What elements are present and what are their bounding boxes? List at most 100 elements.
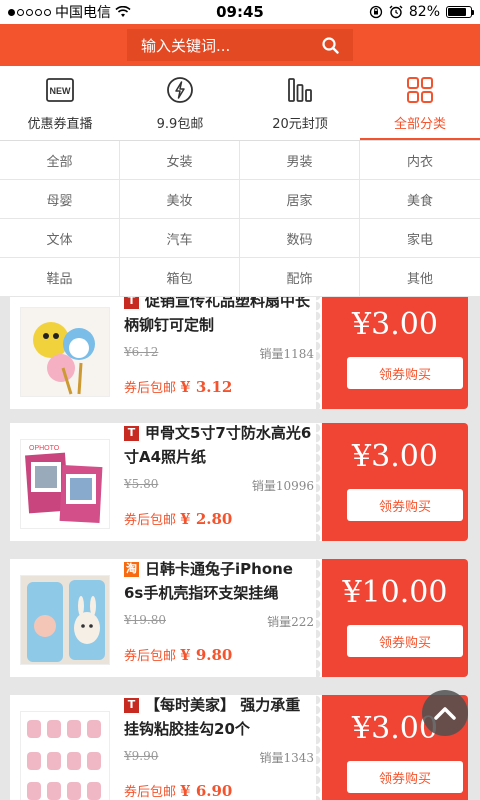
sales-count: 销量1343	[259, 751, 314, 765]
category-item[interactable]: 美妆	[120, 180, 240, 219]
battery-percent: 82%	[408, 4, 440, 20]
product-title[interactable]: T 【每时美家】 强力承重挂钩粘胶挂勾20个	[124, 693, 314, 741]
final-price-label: 券后包邮	[124, 649, 177, 664]
product-card[interactable]: OPHOTO T 甲骨文5寸7寸防水高光6寸A4照片纸 ¥5.80 销量10996…	[10, 423, 468, 541]
final-price-label: 券后包邮	[124, 513, 177, 528]
product-card[interactable]: T 促销宣传礼品塑料扇中长柄铆钉可定制 ¥6.12 销量1184 券后包邮 ¥ 3…	[10, 297, 468, 409]
category-item[interactable]: 女装	[120, 141, 240, 180]
final-price-value: ¥ 2.80	[180, 510, 233, 528]
final-price-value: ¥ 6.90	[180, 782, 233, 800]
original-price: ¥19.80	[124, 613, 166, 627]
product-image[interactable]: OPHOTO	[20, 439, 110, 529]
search-input[interactable]: 输入关键词...	[141, 35, 230, 56]
tab-label: 全部分类	[393, 116, 446, 132]
product-title[interactable]: T 甲骨文5寸7寸防水高光6寸A4照片纸	[124, 421, 314, 469]
grid-icon	[406, 75, 434, 105]
tmall-badge: T	[124, 425, 139, 441]
category-item[interactable]: 文体	[0, 219, 120, 258]
product-title-text: 甲骨文5寸7寸防水高光6寸A4照片纸	[124, 424, 312, 466]
bars-icon	[287, 75, 313, 105]
back-to-top-button[interactable]	[422, 690, 468, 736]
search-icon[interactable]	[322, 36, 339, 54]
product-image[interactable]	[20, 711, 110, 800]
final-price: 券后包邮 ¥ 9.80	[124, 645, 232, 664]
coupon[interactable]: ¥3.00 领券购买	[316, 423, 468, 541]
product-title-text: 促销宣传礼品塑料扇中长柄铆钉可定制	[124, 297, 311, 334]
category-item[interactable]: 箱包	[120, 258, 240, 297]
product-info[interactable]: 淘日韩卡通兔子iPhone 6s手机壳指环支架挂绳 ¥19.80 销量222 券…	[10, 559, 322, 677]
category-grid: 全部 女装 男装 内衣 母婴 美妆 居家 美食 文体 汽车 数码 家电 鞋品 箱…	[0, 141, 480, 297]
product-info[interactable]: T 促销宣传礼品塑料扇中长柄铆钉可定制 ¥6.12 销量1184 券后包邮 ¥ 3…	[10, 297, 322, 409]
coupon[interactable]: ¥3.00 领券购买	[316, 297, 468, 409]
coupon-currency: ¥	[352, 307, 372, 342]
taobao-badge: 淘	[124, 561, 139, 577]
tab-label: 9.9包邮	[156, 116, 204, 132]
coupon-value: 10.00	[361, 575, 448, 610]
get-coupon-button[interactable]: 领券购买	[347, 625, 463, 657]
tab-20-yuan-cap[interactable]: 20元封顶	[240, 66, 360, 140]
sales-count: 销量222	[267, 615, 314, 629]
product-info[interactable]: OPHOTO T 甲骨文5寸7寸防水高光6寸A4照片纸 ¥5.80 销量10996…	[10, 423, 322, 541]
product-card[interactable]: T 【每时美家】 强力承重挂钩粘胶挂勾20个 ¥9.90 销量1343 券后包邮 …	[10, 695, 468, 800]
chevron-up-icon	[434, 707, 456, 720]
product-image[interactable]	[20, 307, 110, 397]
category-item[interactable]: 居家	[240, 180, 360, 219]
category-item[interactable]: 配饰	[240, 258, 360, 297]
get-coupon-button[interactable]: 领券购买	[347, 357, 463, 389]
battery-icon	[446, 6, 474, 18]
original-price: ¥5.80	[124, 477, 159, 491]
category-item[interactable]: 家电	[360, 219, 480, 258]
carrier-label: 中国电信	[55, 5, 111, 21]
svg-text:NEW: NEW	[50, 86, 72, 96]
get-coupon-button[interactable]: 领券购买	[347, 489, 463, 521]
header-bar: 输入关键词...	[0, 24, 480, 66]
original-price: ¥6.12	[124, 345, 159, 359]
coupon-amount: ¥10.00	[322, 575, 468, 610]
category-item[interactable]: 其他	[360, 258, 480, 297]
tab-9-9-free-shipping[interactable]: 9.9包邮	[120, 66, 240, 140]
new-badge-icon: NEW	[46, 75, 74, 105]
final-price-value: ¥ 3.12	[180, 378, 233, 396]
tab-label: 优惠券直播	[27, 116, 93, 132]
coupon[interactable]: ¥10.00 领券购买	[316, 559, 468, 677]
final-price-value: ¥ 9.80	[180, 646, 233, 664]
category-item[interactable]: 鞋品	[0, 258, 120, 297]
tmall-badge: T	[124, 697, 139, 713]
alarm-icon	[389, 5, 403, 19]
wifi-icon	[115, 6, 131, 17]
category-item[interactable]: 汽车	[120, 219, 240, 258]
sales-count: 销量10996	[251, 479, 314, 493]
product-image[interactable]	[20, 575, 110, 665]
category-item[interactable]: 母婴	[0, 180, 120, 219]
category-item[interactable]: 全部	[0, 141, 120, 180]
final-price: 券后包邮 ¥ 2.80	[124, 509, 232, 528]
tmall-badge: T	[124, 297, 139, 309]
tab-label: 20元封顶	[272, 116, 328, 132]
original-price: ¥9.90	[124, 749, 159, 763]
coupon-currency: ¥	[342, 575, 362, 610]
product-title-text: 【每时美家】 强力承重挂钩粘胶挂勾20个	[124, 696, 301, 738]
category-item[interactable]: 男装	[240, 141, 360, 180]
category-item[interactable]: 内衣	[360, 141, 480, 180]
final-price-label: 券后包邮	[124, 381, 177, 396]
search-box[interactable]: 输入关键词...	[127, 29, 353, 61]
product-card[interactable]: 淘日韩卡通兔子iPhone 6s手机壳指环支架挂绳 ¥19.80 销量222 券…	[10, 559, 468, 677]
coupon-amount: ¥3.00	[322, 439, 468, 474]
status-bar: 中国电信 09:45 82%	[0, 0, 480, 24]
tab-bar: NEW 优惠券直播 9.9包邮 20元封顶 全部分类	[0, 66, 480, 141]
svg-text:OPHOTO: OPHOTO	[29, 445, 60, 452]
tab-coupon-live[interactable]: NEW 优惠券直播	[0, 66, 120, 140]
product-info[interactable]: T 【每时美家】 强力承重挂钩粘胶挂勾20个 ¥9.90 销量1343 券后包邮 …	[10, 695, 322, 800]
tab-all-categories[interactable]: 全部分类	[360, 66, 480, 140]
coupon-value: 3.00	[371, 307, 438, 342]
product-title[interactable]: 淘日韩卡通兔子iPhone 6s手机壳指环支架挂绳	[124, 557, 314, 605]
product-title-text: 日韩卡通兔子iPhone 6s手机壳指环支架挂绳	[124, 560, 293, 602]
category-item[interactable]: 数码	[240, 219, 360, 258]
coupon-currency: ¥	[352, 711, 372, 746]
get-coupon-button[interactable]: 领券购买	[347, 761, 463, 793]
product-title[interactable]: T 促销宣传礼品塑料扇中长柄铆钉可定制	[124, 297, 314, 337]
final-price: 券后包邮 ¥ 3.12	[124, 377, 232, 396]
final-price: 券后包邮 ¥ 6.90	[124, 781, 232, 800]
coupon-currency: ¥	[352, 439, 372, 474]
category-item[interactable]: 美食	[360, 180, 480, 219]
